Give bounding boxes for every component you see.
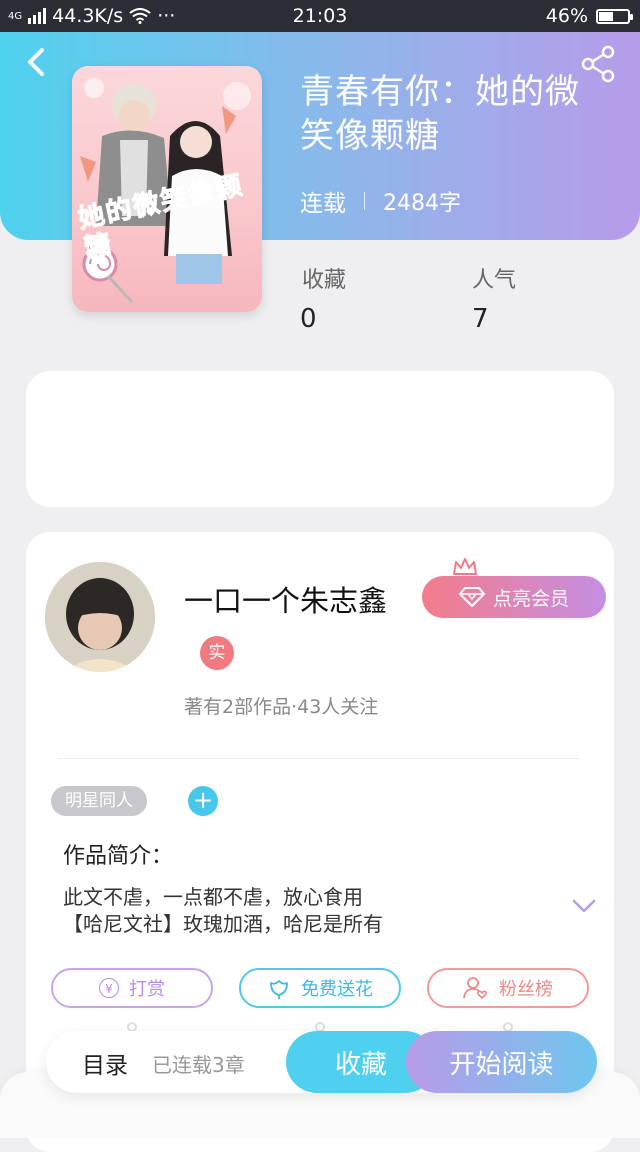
chevron-down-icon[interactable]: [572, 898, 596, 914]
start-reading-button[interactable]: 开始阅读: [406, 1031, 597, 1093]
author-stats: 著有2部作品·43人关注: [184, 696, 379, 718]
intro-line-2: 【哈尼文社】玫瑰加酒，哈尼是所有: [63, 912, 383, 936]
back-icon[interactable]: [20, 44, 56, 80]
meta-divider: [364, 192, 365, 210]
vip-button[interactable]: 点亮会员: [422, 576, 606, 618]
status-bar: 4G 44.3K/s ··· 21:03 46%: [0, 0, 640, 32]
battery-icon: [596, 8, 633, 24]
intro-line-1: 此文不虐，一点都不虐，放心食用: [63, 885, 363, 909]
tag-chip[interactable]: 明星同人: [51, 786, 147, 816]
book-cover[interactable]: 她的微笑像颗糖: [72, 66, 262, 312]
flower-label: 免费送花: [301, 979, 373, 1000]
fans-label: 粉丝榜: [499, 979, 553, 1000]
popularity-value: 7: [472, 304, 489, 334]
word-count: 2484字: [383, 191, 461, 216]
status-right: 46%: [545, 5, 633, 27]
flower-icon: [270, 980, 288, 999]
reward-button[interactable]: ¥ 打赏: [51, 968, 213, 1008]
author-name[interactable]: 一口一个朱志鑫: [184, 578, 387, 620]
section-divider: [58, 758, 580, 759]
favorites-value: 0: [300, 304, 317, 334]
status-time: 21:03: [292, 5, 348, 27]
favorites-label: 收藏: [302, 268, 347, 293]
toc-button[interactable]: 目录: [82, 1046, 128, 1080]
intro-text: 此文不虐，一点都不虐，放心食用 【哈尼文社】玫瑰加酒，哈尼是所有: [63, 884, 543, 938]
blank-card: [26, 371, 614, 507]
author-avatar[interactable]: [45, 562, 155, 672]
book-title: 青春有你：她的微笑像颗糖: [300, 72, 580, 156]
fans-ranking-button[interactable]: 粉丝榜: [427, 968, 589, 1008]
battery-percent: 46%: [545, 5, 588, 27]
reward-label: 打赏: [129, 979, 165, 1000]
book-meta: 连载 2484字: [300, 184, 461, 218]
crown-icon: [453, 558, 477, 578]
avatar-image: [45, 562, 155, 672]
verified-badge: 实: [200, 636, 234, 670]
diamond-icon: [458, 587, 485, 607]
popularity-label: 人气: [472, 268, 517, 293]
yuan-icon: ¥: [99, 978, 119, 998]
user-heart-icon: [463, 977, 488, 1000]
vip-button-label: 点亮会员: [492, 587, 569, 610]
chapters-status: 已连载3章: [152, 1053, 245, 1077]
add-tag-button[interactable]: +: [188, 786, 218, 816]
serial-status: 连载: [300, 191, 346, 217]
send-flower-button[interactable]: 免费送花: [239, 968, 401, 1008]
intro-heading: 作品简介：: [63, 844, 174, 869]
